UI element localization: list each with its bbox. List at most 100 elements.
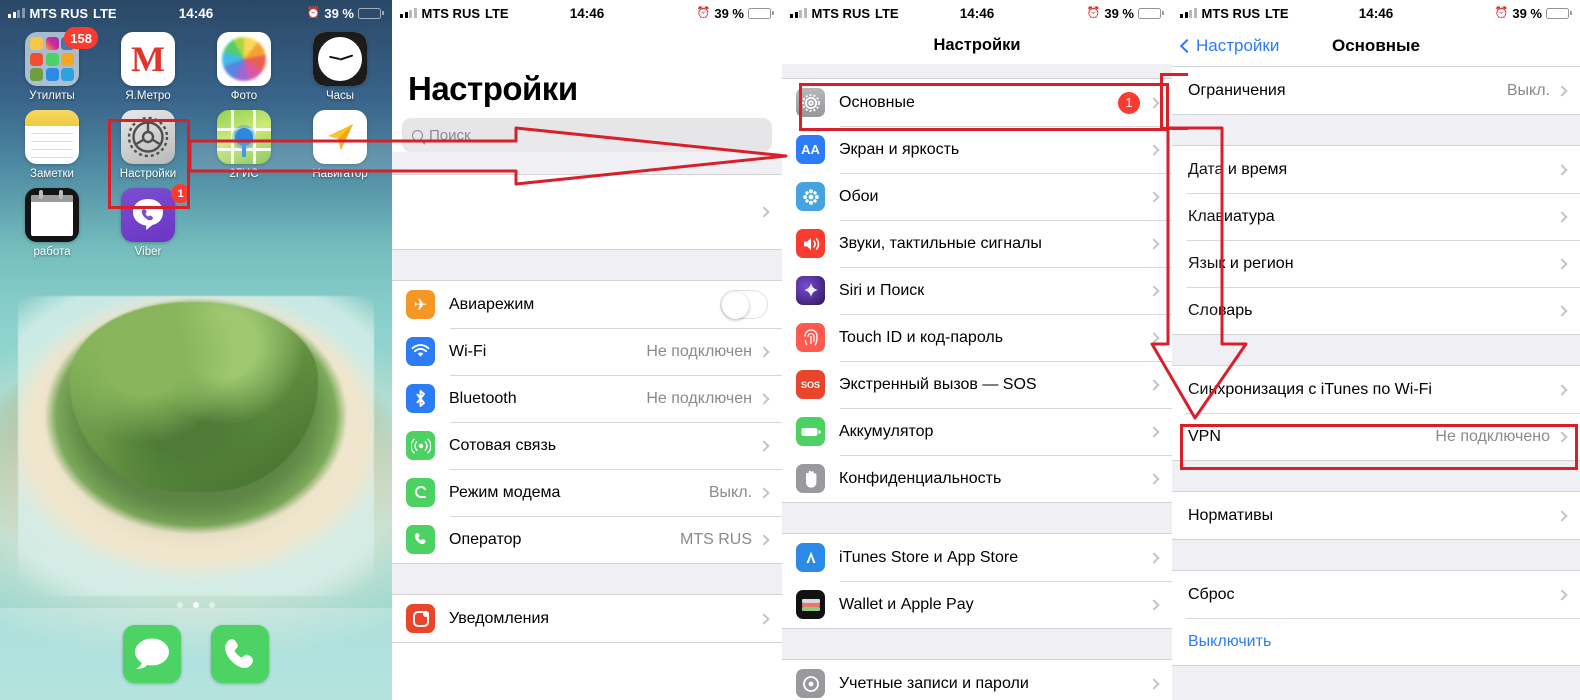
hotspot-icon: [406, 478, 435, 507]
search-icon: [412, 129, 423, 141]
chevron-right-icon: [1148, 425, 1160, 438]
row-touch-id[interactable]: Touch ID и код-пароль: [782, 314, 1172, 361]
row-label: Экран и яркость: [839, 140, 960, 158]
general-scroll[interactable]: Ограничения Выкл. Дата и время Клавиатур…: [1172, 66, 1580, 700]
row-siri-search[interactable]: Siri и Поиск: [782, 267, 1172, 314]
apple-id-group: [392, 174, 782, 250]
settings-list-scroll[interactable]: Основные 1 AA Экран и яркость Обои Звуки…: [782, 64, 1172, 700]
row-wifi[interactable]: Wi-Fi Не подключен: [392, 328, 782, 375]
settings-group-1: Основные 1 AA Экран и яркость Обои Звуки…: [782, 78, 1172, 503]
general-group-5: Сброс Выключить: [1172, 570, 1580, 666]
search-input[interactable]: Поиск: [402, 118, 772, 152]
wallpaper-icon: [796, 182, 825, 211]
row-privacy[interactable]: Конфиденциальность: [782, 455, 1172, 502]
chevron-right-icon: [1556, 588, 1568, 601]
spacer: [1172, 115, 1580, 145]
row-restrictions[interactable]: Ограничения Выкл.: [1172, 67, 1580, 114]
row-shutdown[interactable]: Выключить: [1172, 618, 1580, 665]
app-metro[interactable]: M Я.Метро: [100, 32, 196, 102]
back-button[interactable]: Настройки: [1179, 36, 1279, 56]
app-2gis[interactable]: 2ГИС: [196, 110, 292, 180]
row-date-time[interactable]: Дата и время: [1172, 146, 1580, 193]
general-group-1: Ограничения Выкл.: [1172, 66, 1580, 115]
app-photos[interactable]: Фото: [196, 32, 292, 102]
row-label: Wallet и Apple Pay: [839, 595, 974, 613]
privacy-hand-icon: [796, 464, 825, 493]
page-title: Настройки: [408, 70, 578, 107]
app-store-icon: [796, 543, 825, 572]
siri-icon: [796, 276, 825, 305]
row-display-brightness[interactable]: AA Экран и яркость: [782, 126, 1172, 173]
page-title: Настройки: [933, 35, 1021, 54]
app-navigator[interactable]: Навигатор: [292, 110, 388, 180]
chevron-right-icon: [1148, 677, 1160, 690]
app-notes[interactable]: Заметки: [4, 110, 100, 180]
chevron-right-icon: [1148, 237, 1160, 250]
accounts-icon: [796, 669, 825, 698]
badge-count: 158: [64, 27, 98, 49]
status-bar-settings-main: MTS RUS LTE 14:46 ⏰ 39 %: [392, 0, 782, 26]
spacer: [1172, 461, 1580, 491]
chevron-right-icon: [1148, 598, 1160, 611]
viber-icon: [121, 188, 175, 242]
row-label: Словарь: [1188, 301, 1253, 319]
app-utilities[interactable]: 158 Утилиты: [4, 27, 100, 102]
chevron-right-icon: [1148, 143, 1160, 156]
row-carrier[interactable]: Оператор MTS RUS: [392, 516, 782, 563]
settings-main-scroll[interactable]: Настройки Поиск ✈ Авиарежим Wi-Fi Не под…: [392, 26, 782, 700]
app-label: 2ГИС: [229, 168, 259, 180]
messages-icon[interactable]: [123, 625, 181, 683]
row-sounds[interactable]: Звуки, тактильные сигналы: [782, 220, 1172, 267]
spacer: [392, 564, 782, 594]
alarm-clock-icon: ⏰: [696, 6, 711, 19]
row-wallpaper[interactable]: Обои: [782, 173, 1172, 220]
row-label: Touch ID и код-пароль: [839, 328, 1004, 346]
row-general[interactable]: Основные 1: [782, 79, 1172, 126]
row-notifications[interactable]: Уведомления: [392, 595, 782, 642]
row-bluetooth[interactable]: Bluetooth Не подключен: [392, 375, 782, 422]
chevron-right-icon: [1556, 163, 1568, 176]
row-airplane-mode[interactable]: ✈ Авиарежим: [392, 281, 782, 328]
phone-icon[interactable]: [211, 625, 269, 683]
row-itunes-wifi-sync[interactable]: Синхронизация с iTunes по Wi-Fi: [1172, 366, 1580, 413]
row-cellular[interactable]: Сотовая связь: [392, 422, 782, 469]
row-label: Звуки, тактильные сигналы: [839, 234, 1042, 252]
spacer: [392, 152, 782, 174]
app-settings[interactable]: Настройки: [100, 110, 196, 180]
app-rabota[interactable]: работа: [4, 188, 100, 258]
row-dictionary[interactable]: Словарь: [1172, 287, 1580, 334]
2gis-map-icon: [217, 110, 271, 164]
notifications-group: Уведомления: [392, 594, 782, 643]
row-label: Сотовая связь: [449, 436, 557, 454]
row-reset[interactable]: Сброс: [1172, 571, 1580, 618]
row-itunes-app-store[interactable]: iTunes Store и App Store: [782, 534, 1172, 581]
row-keyboard[interactable]: Клавиатура: [1172, 193, 1580, 240]
row-battery[interactable]: Аккумулятор: [782, 408, 1172, 455]
row-label: Bluetooth: [449, 389, 517, 407]
row-label: Сброс: [1188, 585, 1235, 603]
spacer: [1172, 666, 1580, 680]
row-sos[interactable]: SOS Экстренный вызов — SOS: [782, 361, 1172, 408]
app-clock[interactable]: Часы: [292, 32, 388, 102]
row-wallet-apple-pay[interactable]: Wallet и Apple Pay: [782, 581, 1172, 628]
alarm-clock-icon: ⏰: [306, 6, 321, 19]
app-label: Утилиты: [29, 90, 75, 102]
row-label: Wi-Fi: [449, 342, 487, 360]
row-hotspot[interactable]: Режим модема Выкл.: [392, 469, 782, 516]
app-viber[interactable]: 1 Viber: [100, 184, 196, 258]
phone-icon: [406, 525, 435, 554]
app-label: Фото: [230, 90, 258, 102]
notes-icon: [25, 110, 79, 164]
apple-id-row[interactable]: [392, 175, 782, 249]
row-language-region[interactable]: Язык и регион: [1172, 240, 1580, 287]
general-group-4: Нормативы: [1172, 491, 1580, 540]
wifi-icon: [406, 337, 435, 366]
settings-large-title-bar: Настройки: [392, 56, 782, 112]
row-accounts-passwords[interactable]: Учетные записи и пароли: [782, 660, 1172, 700]
row-regulatory[interactable]: Нормативы: [1172, 492, 1580, 539]
app-label: работа: [33, 246, 71, 258]
settings-gear-icon: [121, 110, 175, 164]
row-vpn[interactable]: VPN Не подключено: [1172, 413, 1580, 460]
airplane-mode-toggle[interactable]: [720, 290, 768, 319]
yandex-metro-icon: M: [121, 32, 175, 86]
